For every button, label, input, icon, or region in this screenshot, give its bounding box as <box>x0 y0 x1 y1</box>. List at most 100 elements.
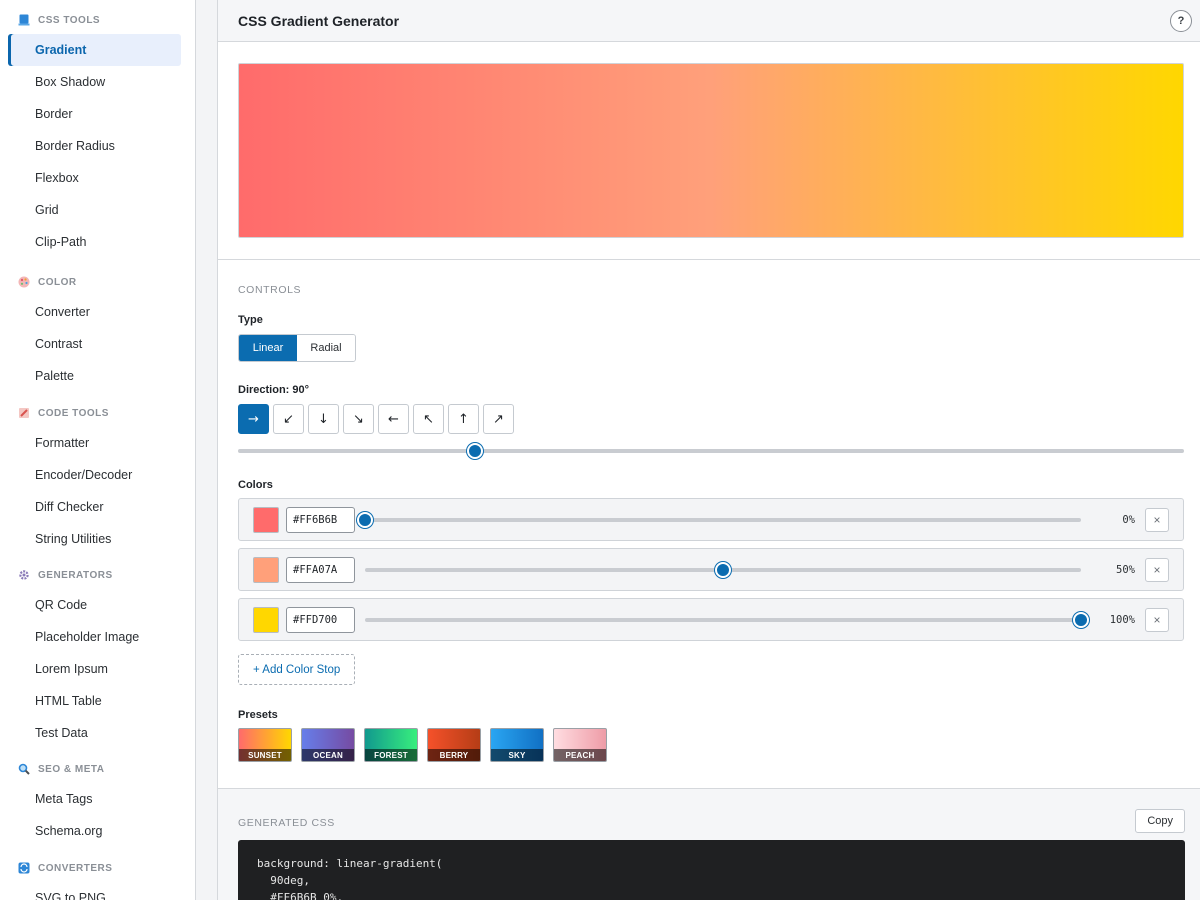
copy-button[interactable]: Copy <box>1135 809 1185 833</box>
sidebar-item-gradient[interactable]: Gradient <box>8 34 181 66</box>
stop-position-slider[interactable] <box>365 611 1089 628</box>
sidebar-section-code-tools: CODE TOOLS Formatter Encoder/Decoder Diff C… <box>0 399 195 555</box>
sidebar-section-header: COLOR <box>0 268 195 296</box>
remove-stop-button[interactable]: × <box>1145 557 1169 582</box>
arrow-right-icon: → <box>248 411 259 427</box>
close-icon: × <box>1153 612 1161 627</box>
stop-position-value: 0% <box>1122 513 1135 526</box>
direction-slider[interactable] <box>238 443 1184 459</box>
sidebar-item-meta-tags[interactable]: Meta Tags <box>8 783 181 815</box>
preset-sky[interactable]: SKY <box>490 728 544 762</box>
direction-buttons: → ↙ ↓ ↘ ← ↖ ↑ ↗ <box>238 404 1184 434</box>
stop-slider-thumb[interactable] <box>1073 611 1089 628</box>
presets-list: SUNSET OCEAN FOREST BERRY SKY PEACH <box>238 728 1184 762</box>
sidebar-item-border-radius[interactable]: Border Radius <box>8 130 181 162</box>
controls-panel: CONTROLS Type Linear Radial Direction: 90… <box>218 284 1200 762</box>
sidebar-item-lorem-ipsum[interactable]: Lorem Ipsum <box>8 653 181 685</box>
sidebar-item-contrast[interactable]: Contrast <box>8 328 181 360</box>
sidebar-section-header: SEO & META <box>0 755 195 783</box>
sidebar-section-title: CSS TOOLS <box>38 14 101 26</box>
direction-button[interactable]: ↘ <box>343 404 374 434</box>
stop-position-value: 50% <box>1116 563 1135 576</box>
sidebar-item-box-shadow[interactable]: Box Shadow <box>8 66 181 98</box>
sidebar-section-title: COLOR <box>38 276 77 288</box>
gradient-preview <box>238 63 1184 238</box>
preset-forest[interactable]: FOREST <box>364 728 418 762</box>
hex-input[interactable]: #FFD700 <box>286 606 355 633</box>
arrow-up-icon: ↑ <box>458 411 469 427</box>
converters-icon <box>17 862 30 875</box>
palette-icon <box>17 276 30 289</box>
direction-button[interactable]: ↖ <box>413 404 444 434</box>
remove-stop-button[interactable]: × <box>1145 507 1169 532</box>
stop-slider-thumb[interactable] <box>715 561 731 578</box>
search-icon <box>17 763 30 776</box>
sidebar-item-qr-code[interactable]: QR Code <box>8 589 181 621</box>
sidebar-item-grid[interactable]: Grid <box>8 194 181 226</box>
sidebar-section-header: CONVERTERS <box>0 854 195 882</box>
hex-input[interactable]: #FFA07A <box>286 556 355 583</box>
color-stop-row: #FFD700 100% × <box>238 598 1184 641</box>
direction-button[interactable]: ↑ <box>448 404 479 434</box>
arrow-up-right-icon: ↗ <box>493 411 504 427</box>
direction-button[interactable]: ↗ <box>483 404 514 434</box>
preset-label: SKY <box>491 749 543 761</box>
stop-position-slider[interactable] <box>365 561 1081 578</box>
sidebar-item-svg-to-png[interactable]: SVG to PNG <box>8 882 181 900</box>
css-code-block[interactable]: background: linear-gradient( 90deg, #FF6… <box>238 840 1185 900</box>
sidebar-item-border[interactable]: Border <box>8 98 181 130</box>
stop-position-slider[interactable] <box>357 511 1081 528</box>
direction-button[interactable]: ↙ <box>273 404 304 434</box>
preset-peach[interactable]: PEACH <box>553 728 607 762</box>
sidebar-item-flexbox[interactable]: Flexbox <box>8 162 181 194</box>
color-swatch[interactable] <box>253 506 279 533</box>
sidebar-section-title: GENERATORS <box>38 569 113 581</box>
sidebar-item-converter[interactable]: Converter <box>8 296 181 328</box>
stop-slider-thumb[interactable] <box>357 511 373 528</box>
type-option-linear[interactable]: Linear <box>239 335 297 361</box>
sidebar-item-string-utilities[interactable]: String Utilities <box>8 523 181 555</box>
preset-berry[interactable]: BERRY <box>427 728 481 762</box>
type-option-radial[interactable]: Radial <box>297 335 355 361</box>
sidebar-item-html-table[interactable]: HTML Table <box>8 685 181 717</box>
arrow-up-left-icon: ↖ <box>423 411 434 427</box>
help-button[interactable]: ? <box>1170 9 1192 32</box>
close-icon: × <box>1153 512 1161 527</box>
color-swatch[interactable] <box>253 606 279 633</box>
sidebar-item-encoder-decoder[interactable]: Encoder/Decoder <box>8 459 181 491</box>
arrow-down-icon: ↓ <box>318 411 329 427</box>
arrow-down-right-icon: ↘ <box>353 411 364 427</box>
preset-sunset[interactable]: SUNSET <box>238 728 292 762</box>
main-panel: CSS Gradient Generator ? CONTROLS Type L… <box>217 0 1200 900</box>
hex-input[interactable]: #FF6B6B <box>286 506 355 533</box>
direction-slider-thumb[interactable] <box>466 443 483 459</box>
stop-slider-track <box>365 617 1081 622</box>
stop-slider-track <box>365 517 1081 522</box>
sidebar-item-test-data[interactable]: Test Data <box>8 717 181 749</box>
sidebar-section-header: CODE TOOLS <box>0 399 195 427</box>
css-tools-icon <box>17 14 30 27</box>
add-color-stop-button[interactable]: + Add Color Stop <box>238 654 356 685</box>
direction-slider-track <box>238 449 1184 453</box>
color-swatch[interactable] <box>253 556 279 583</box>
sidebar-item-placeholder-image[interactable]: Placeholder Image <box>8 621 181 653</box>
generated-css-section: GENERATED CSS Copy background: linear-gr… <box>218 788 1200 900</box>
direction-button[interactable]: ↓ <box>308 404 339 434</box>
sidebar-item-clip-path[interactable]: Clip-Path <box>8 226 181 258</box>
sidebar-section-title: CODE TOOLS <box>38 407 109 419</box>
remove-stop-button[interactable]: × <box>1145 607 1169 632</box>
stop-position-value: 100% <box>1109 613 1135 626</box>
direction-button[interactable]: → <box>238 404 269 434</box>
sidebar-section-title: SEO & META <box>38 763 105 775</box>
sidebar-section-seo-meta: SEO & META Meta Tags Schema.org <box>0 755 195 847</box>
sidebar-section-header: CSS TOOLS <box>0 6 195 34</box>
sidebar-item-palette[interactable]: Palette <box>8 360 181 392</box>
controls-heading: CONTROLS <box>238 284 302 296</box>
sidebar-item-schema-org[interactable]: Schema.org <box>8 815 181 847</box>
sidebar-section-generators: GENERATORS QR Code Placeholder Image Lorem … <box>0 561 195 749</box>
sidebar-item-diff-checker[interactable]: Diff Checker <box>8 491 181 523</box>
sidebar-item-formatter[interactable]: Formatter <box>8 427 181 459</box>
top-bar: CSS Gradient Generator ? <box>218 0 1200 42</box>
direction-button[interactable]: ← <box>378 404 409 434</box>
preset-ocean[interactable]: OCEAN <box>301 728 355 762</box>
